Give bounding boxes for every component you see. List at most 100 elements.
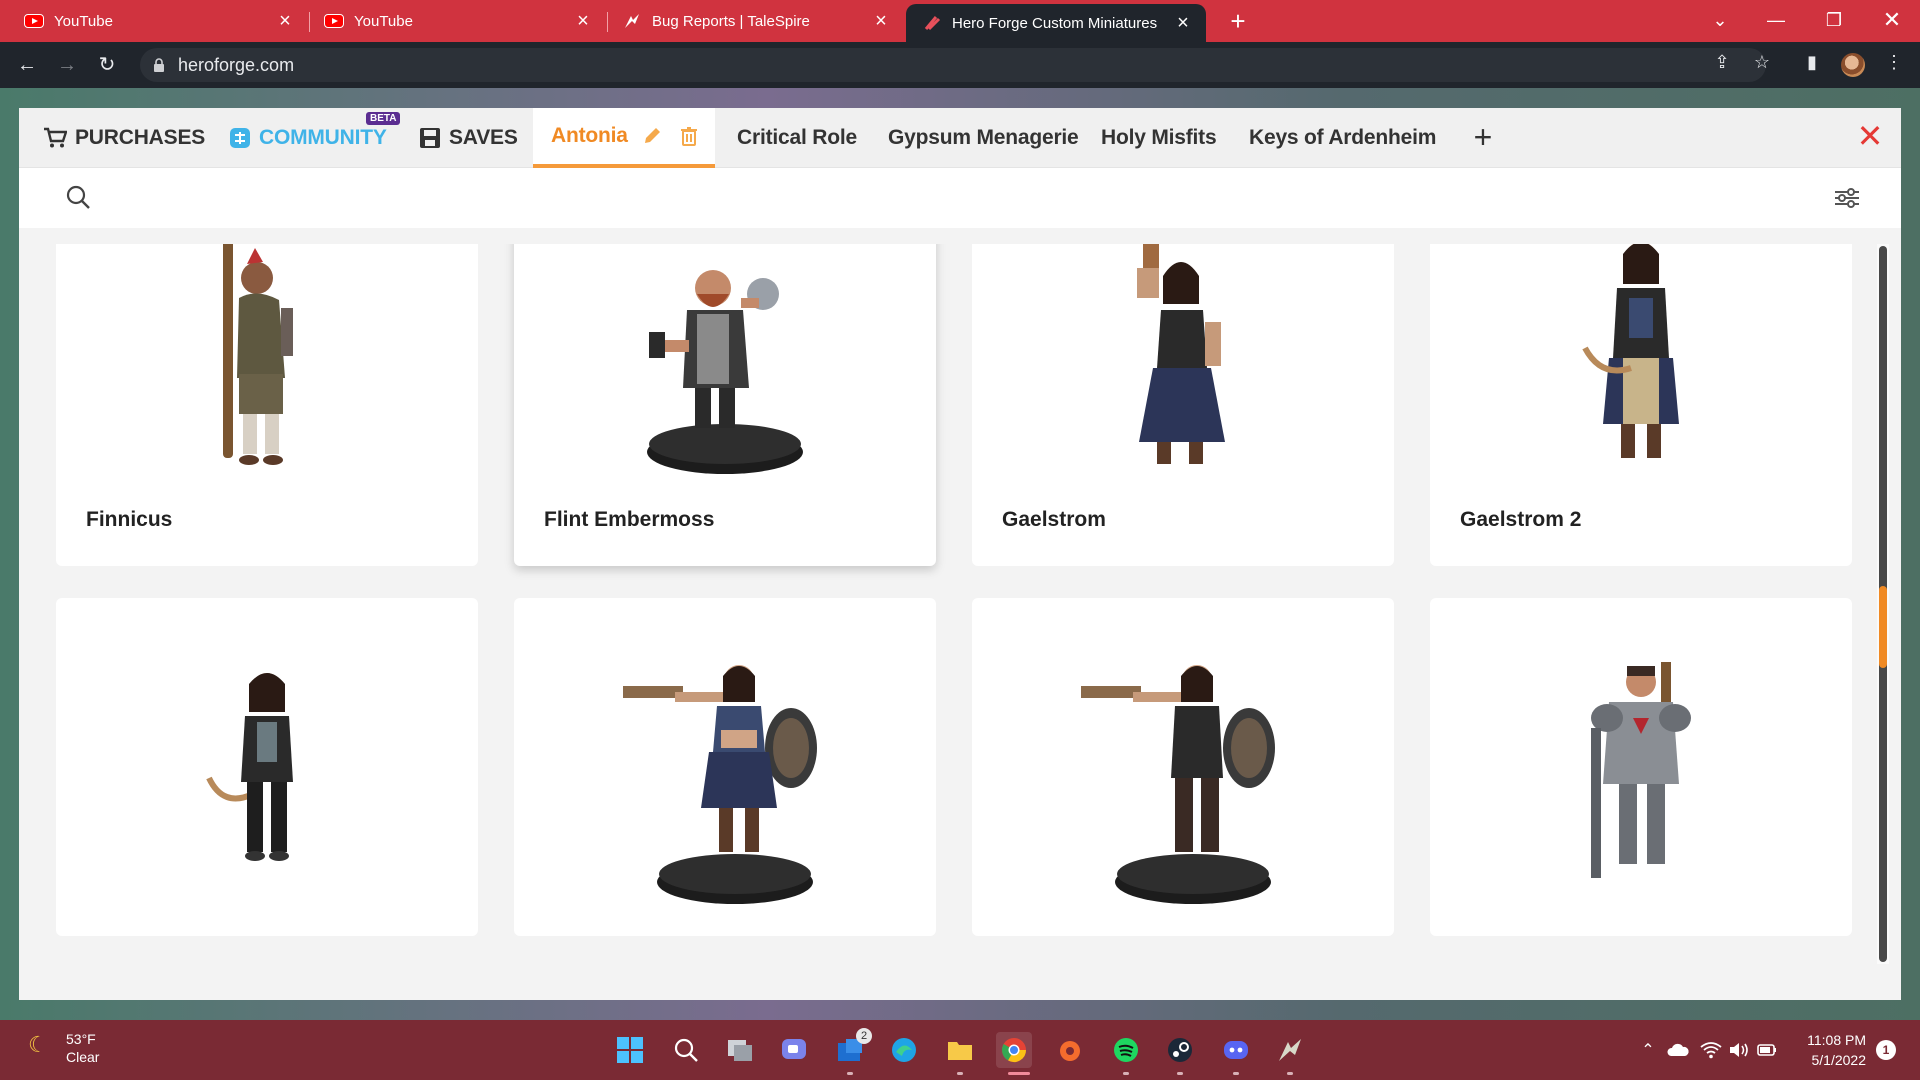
miniature-card[interactable] [972, 598, 1394, 936]
miniature-figure-image [972, 658, 1394, 918]
file-explorer-icon[interactable] [942, 1032, 978, 1068]
beta-badge: BETA [366, 112, 401, 125]
scrollbar-thumb[interactable] [1879, 586, 1887, 668]
talespire-icon[interactable] [1272, 1032, 1308, 1068]
talespire-icon [622, 11, 642, 31]
miniature-figure-image [514, 244, 936, 488]
tab-title: YouTube [354, 12, 413, 30]
close-panel-button[interactable]: ✕ [1855, 120, 1885, 152]
spotify-icon[interactable] [1108, 1032, 1144, 1068]
close-tab-icon[interactable]: × [274, 10, 296, 33]
close-tab-icon[interactable]: × [572, 10, 594, 33]
search-icon[interactable] [668, 1032, 704, 1068]
trash-icon[interactable] [680, 126, 698, 146]
mail-badge: 2 [856, 1028, 872, 1044]
edge-browser-icon[interactable] [886, 1032, 922, 1068]
miniature-name: Gaelstrom 2 [1460, 508, 1582, 531]
folder-label: Holy Misfits [1101, 126, 1217, 149]
back-arrow-icon[interactable]: ← [12, 50, 42, 80]
folder-tab-keys-of-ardenheim[interactable]: Keys of Ardenheim [1249, 108, 1436, 168]
steam-icon[interactable] [1162, 1032, 1198, 1068]
tab-title: Hero Forge Custom Miniatures [952, 14, 1158, 32]
add-folder-button[interactable]: + [1463, 118, 1503, 158]
windows-taskbar: ☾ 53°F Clear 2 ⌃ 11:08 PM 5/1/2022 1 [0, 1020, 1920, 1080]
clock-date: 5/1/2022 [1811, 1052, 1867, 1068]
miniature-card[interactable] [1430, 598, 1852, 936]
restore-button[interactable]: ❐ [1806, 0, 1862, 42]
browser-tab-youtube-1[interactable]: YouTube × [0, 0, 308, 42]
task-view-icon[interactable] [722, 1032, 758, 1068]
onedrive-cloud-icon[interactable] [1664, 1032, 1692, 1068]
close-tab-icon[interactable]: × [1172, 12, 1194, 35]
pencil-edit-icon[interactable] [642, 126, 662, 146]
bookmark-star-icon[interactable]: ☆ [1750, 50, 1774, 74]
volume-icon[interactable] [1726, 1032, 1752, 1068]
miniature-card[interactable]: Flint Embermoss [514, 244, 936, 566]
miniature-card[interactable]: Gaelstrom [972, 244, 1394, 566]
miniature-grid: Finnicus Flint Embermoss Gaelstrom Gaels… [19, 244, 1879, 1000]
temperature: 53°F [66, 1031, 96, 1047]
close-window-button[interactable]: ✕ [1864, 0, 1920, 42]
lock-icon [154, 58, 164, 72]
youtube-icon [24, 11, 44, 31]
chevron-up-icon[interactable]: ⌃ [1636, 1032, 1660, 1068]
purchases-label: PURCHASES [75, 126, 206, 149]
miniature-card[interactable]: Gaelstrom 2 [1430, 244, 1852, 566]
folder-tab-antonia[interactable]: Antonia [533, 108, 715, 168]
folder-label: Antonia [551, 124, 628, 147]
cart-icon [43, 127, 67, 149]
folder-label: Keys of Ardenheim [1249, 126, 1437, 149]
tab-title: Bug Reports | TaleSpire [652, 12, 810, 30]
battery-icon[interactable] [1754, 1032, 1780, 1068]
miniature-figure-image [56, 658, 478, 918]
notification-badge[interactable]: 1 [1876, 1040, 1896, 1060]
browser-tab-talespire[interactable]: Bug Reports | TaleSpire × [608, 0, 904, 42]
reload-icon[interactable]: ↻ [92, 50, 122, 80]
folder-tab-critical-role[interactable]: Critical Role [737, 108, 857, 168]
mail-icon[interactable]: 2 [832, 1028, 872, 1068]
browser-tab-heroforge[interactable]: Hero Forge Custom Miniatures × [906, 4, 1206, 42]
moon-icon: ☾ [28, 1032, 48, 1057]
search-icon[interactable] [65, 184, 91, 215]
miniature-card[interactable]: Finnicus [56, 244, 478, 566]
close-tab-icon[interactable]: × [870, 10, 892, 33]
tab-search-icon[interactable]: ⌄ [1692, 0, 1748, 42]
miniature-name: Finnicus [86, 508, 173, 531]
url-field[interactable]: heroforge.com [140, 48, 1766, 82]
miniature-card[interactable] [56, 598, 478, 936]
weather-widget[interactable]: ☾ 53°F Clear [28, 1030, 99, 1066]
teams-chat-icon[interactable] [776, 1032, 812, 1068]
profile-avatar[interactable] [1841, 53, 1865, 77]
new-tab-button[interactable]: + [1222, 6, 1254, 38]
clock-time: 11:08 PM [1807, 1032, 1866, 1048]
folder-tab-holy-misfits[interactable]: Holy Misfits [1101, 108, 1217, 168]
community-label: COMMUNITY [259, 126, 387, 149]
wifi-icon[interactable] [1698, 1032, 1724, 1068]
community-tab[interactable]: COMMUNITY [229, 108, 387, 168]
forward-arrow-icon[interactable]: → [52, 50, 82, 80]
miniature-card[interactable] [514, 598, 936, 936]
panel-nav: PURCHASES COMMUNITY BETA SAVES Antonia C… [19, 108, 1901, 168]
miniature-figure-image [514, 658, 936, 918]
system-clock[interactable]: 11:08 PM 5/1/2022 [1780, 1030, 1866, 1070]
filter-sliders-icon[interactable] [1833, 186, 1861, 215]
share-icon[interactable]: ⇪ [1710, 50, 1734, 74]
chrome-icon[interactable] [996, 1032, 1032, 1068]
discord-icon[interactable] [1218, 1032, 1254, 1068]
side-panel-icon[interactable]: ▮ [1800, 50, 1824, 74]
purchases-tab[interactable]: PURCHASES [43, 108, 205, 168]
saves-tab[interactable]: SAVES [419, 108, 518, 168]
miniature-figure-image [1430, 658, 1852, 918]
community-icon [229, 127, 251, 149]
saves-label: SAVES [449, 126, 518, 149]
folder-tab-gypsum-menagerie[interactable]: Gypsum Menagerie [888, 108, 1079, 168]
menu-kebab-icon[interactable]: ⋮ [1882, 50, 1906, 74]
folder-label: Critical Role [737, 126, 857, 149]
origin-icon[interactable] [1052, 1032, 1088, 1068]
search-row [19, 168, 1901, 228]
windows-start-icon[interactable] [612, 1032, 648, 1068]
minimize-button[interactable]: — [1748, 0, 1804, 42]
browser-tab-strip: YouTube × YouTube × Bug Reports | TaleSp… [0, 0, 1920, 42]
browser-tab-youtube-2[interactable]: YouTube × [310, 0, 606, 42]
saves-panel: PURCHASES COMMUNITY BETA SAVES Antonia C… [19, 108, 1901, 1000]
